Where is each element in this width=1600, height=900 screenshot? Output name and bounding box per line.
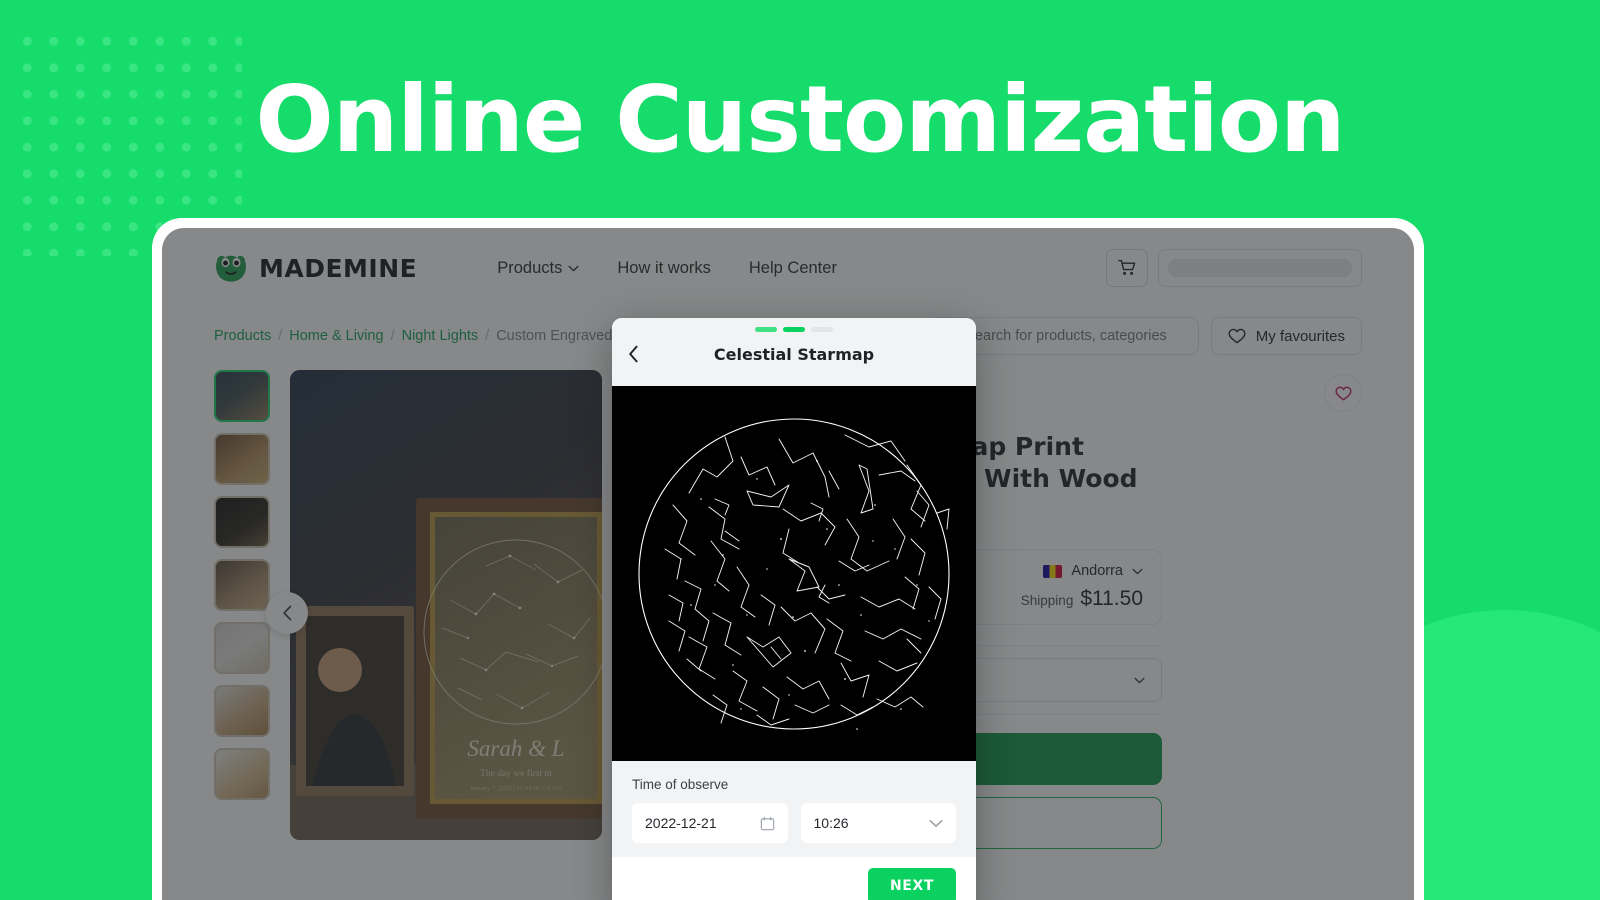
- time-of-observe-fields: 2022-12-21 10:26: [632, 803, 956, 843]
- customization-modal: Celestial Starmap Time of observe 2022-1…: [612, 318, 976, 900]
- time-picker-field[interactable]: 10:26: [800, 803, 956, 843]
- date-value: 2022-12-21: [645, 815, 717, 831]
- next-button[interactable]: NEXT: [867, 868, 956, 900]
- time-value: 10:26: [813, 815, 849, 831]
- time-of-observe-label: Time of observe: [632, 777, 729, 792]
- modal-titlebar: Celestial Starmap: [612, 332, 976, 376]
- chevron-left-icon: [629, 345, 638, 363]
- chevron-down-icon: [929, 819, 943, 827]
- chevron-down-icon-wrap: [929, 819, 943, 828]
- browser-mockup-frame: MADEMINE Products How it works Help Cent…: [152, 218, 1424, 900]
- calendar-icon: [760, 816, 774, 830]
- calendar-icon-wrap: [760, 816, 775, 831]
- modal-title: Celestial Starmap: [713, 344, 875, 364]
- browser-viewport: MADEMINE Products How it works Help Cent…: [162, 228, 1414, 900]
- page-title: Online Customization: [255, 66, 1346, 173]
- date-picker-field[interactable]: 2022-12-21: [632, 803, 788, 843]
- modal-footer: NEXT: [612, 857, 976, 900]
- modal-form: Time of observe 2022-12-21 10:26: [612, 761, 976, 857]
- starmap-preview[interactable]: [612, 386, 976, 761]
- modal-header: Celestial Starmap: [612, 318, 976, 386]
- modal-back-button[interactable]: [628, 343, 650, 365]
- constellation-star-map-preview: [629, 408, 959, 739]
